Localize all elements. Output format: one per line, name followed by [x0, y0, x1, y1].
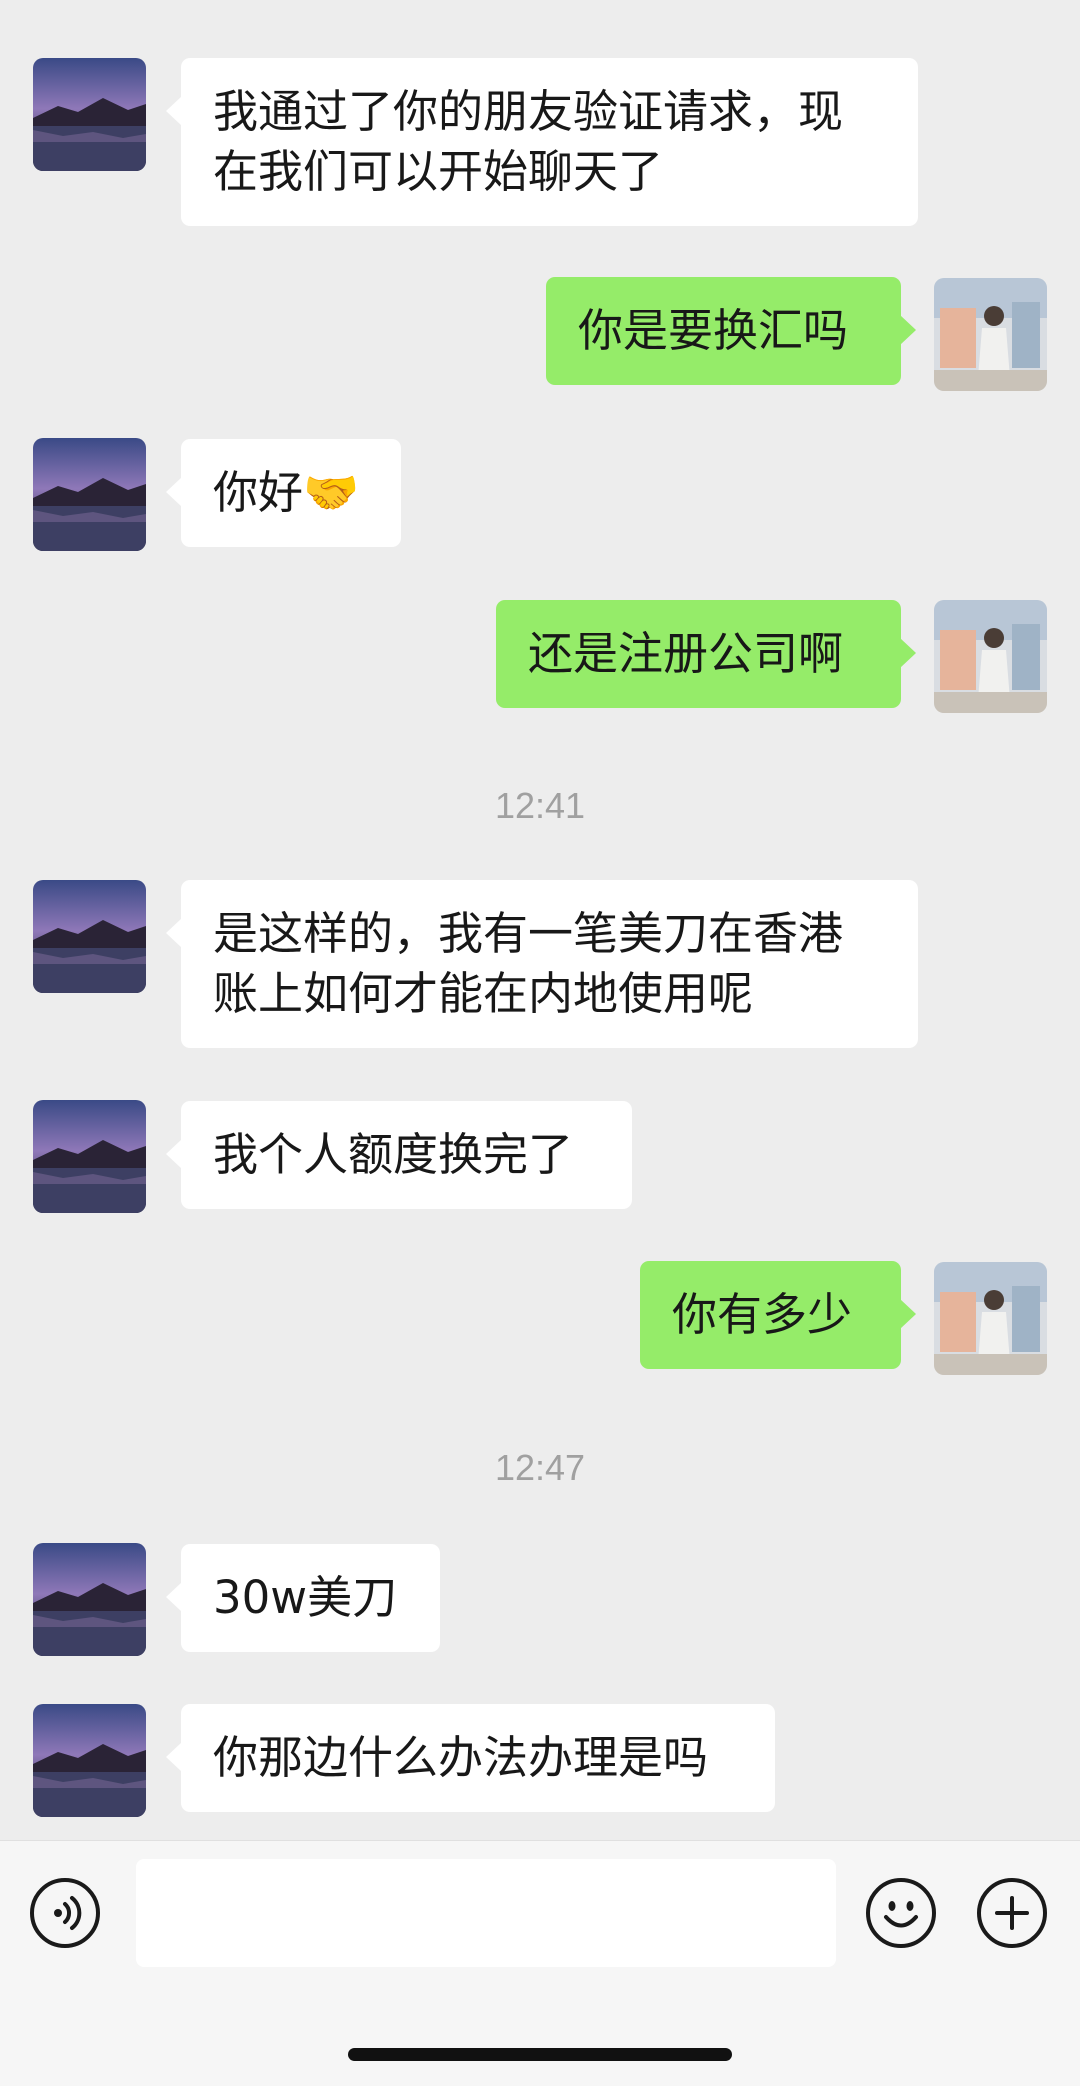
- voice-button[interactable]: [30, 1878, 100, 1948]
- landscape-avatar-image: [33, 1543, 146, 1656]
- my-avatar[interactable]: [934, 600, 1047, 713]
- timestamp: 12:47: [494, 1447, 586, 1488]
- message-text-line: 在我们可以开始聊天了: [213, 145, 664, 198]
- emoji-button[interactable]: [866, 1878, 936, 1948]
- outgoing-message-bubble[interactable]: 你有多少: [640, 1261, 916, 1369]
- incoming-message-bubble[interactable]: 30w美刀: [166, 1544, 440, 1652]
- message-text: 你那边什么办法办理是吗: [213, 1731, 709, 1784]
- message-text-line: 是这样的，我有一笔美刀在香港: [213, 907, 844, 960]
- message-text: 我个人额度换完了: [213, 1128, 574, 1181]
- voice-icon: [54, 1896, 82, 1930]
- emoji-icon: [884, 1901, 918, 1928]
- landscape-avatar-image: [33, 880, 146, 993]
- my-avatar[interactable]: [934, 278, 1047, 391]
- handshake-icon: 🤝: [303, 466, 360, 519]
- contact-avatar[interactable]: [33, 1100, 146, 1213]
- plus-icon: [995, 1896, 1029, 1930]
- incoming-message-bubble[interactable]: 你好🤝: [166, 439, 401, 547]
- message-text: 你是要换汇吗: [578, 304, 849, 357]
- outgoing-message-bubble[interactable]: 你是要换汇吗: [546, 277, 916, 385]
- message-text: 30w美刀: [213, 1571, 398, 1624]
- home-indicator[interactable]: [348, 2048, 732, 2061]
- contact-avatar[interactable]: [33, 1543, 146, 1656]
- contact-avatar[interactable]: [33, 438, 146, 551]
- landscape-avatar-image: [33, 1704, 146, 1817]
- message-text: 你好: [213, 466, 304, 519]
- landscape-avatar-image: [33, 1100, 146, 1213]
- message-text-line: 我通过了你的朋友验证请求，现: [213, 85, 844, 138]
- message-text: 还是注册公司啊: [528, 627, 844, 680]
- incoming-message-bubble[interactable]: 我个人额度换完了: [166, 1101, 632, 1209]
- message-text-line: 账上如何才能在内地使用呢: [213, 967, 754, 1020]
- incoming-message-bubble[interactable]: 是这样的，我有一笔美刀在香港 账上如何才能在内地使用呢: [166, 880, 918, 1048]
- portrait-avatar-image: [934, 600, 1047, 713]
- incoming-message-bubble[interactable]: 你那边什么办法办理是吗: [166, 1704, 775, 1812]
- my-avatar[interactable]: [934, 1262, 1047, 1375]
- contact-avatar[interactable]: [33, 1704, 146, 1817]
- contact-avatar[interactable]: [33, 58, 146, 171]
- plus-button[interactable]: [977, 1878, 1047, 1948]
- message-text: 你有多少: [672, 1288, 853, 1341]
- incoming-message-bubble[interactable]: 我通过了你的朋友验证请求，现 在我们可以开始聊天了: [166, 58, 918, 226]
- timestamp: 12:41: [494, 785, 586, 826]
- contact-avatar[interactable]: [33, 880, 146, 993]
- message-input[interactable]: [136, 1859, 836, 1967]
- portrait-avatar-image: [934, 1262, 1047, 1375]
- portrait-avatar-image: [934, 278, 1047, 391]
- landscape-avatar-image: [33, 438, 146, 551]
- landscape-avatar-image: [33, 58, 146, 171]
- outgoing-message-bubble[interactable]: 还是注册公司啊: [496, 600, 916, 708]
- chat-area: 我通过了你的朋友验证请求，现 在我们可以开始聊天了 你是要换汇吗 你好🤝 还是注…: [0, 0, 1080, 1840]
